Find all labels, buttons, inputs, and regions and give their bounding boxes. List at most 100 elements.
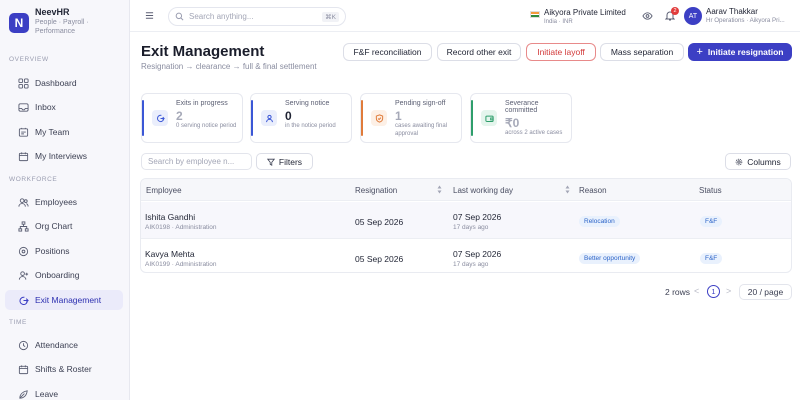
menu-icon[interactable] <box>145 11 154 20</box>
stat-value: 0 <box>285 109 292 123</box>
employee-meta: AIK0199 · Administration <box>145 261 217 268</box>
stat-label: Serving notice <box>285 100 330 107</box>
initiate-layoff-button[interactable]: Initiate layoff <box>526 43 596 61</box>
last-working-day: 07 Sep 2026 <box>453 249 502 259</box>
brand-name: NeevHR <box>35 7 70 17</box>
sidebar-item-label: Leave <box>35 389 59 399</box>
column-header-employee[interactable]: Employee <box>146 186 182 195</box>
resignation-date: 05 Sep 2026 <box>355 217 404 227</box>
column-header-resignation[interactable]: Resignation <box>355 186 397 195</box>
team-icon <box>18 127 29 137</box>
filters-button[interactable]: Filters <box>256 153 313 170</box>
stat-card-exits-in-progress[interactable]: Exits in progress 2 0 serving notice per… <box>141 93 243 143</box>
resignation-date: 05 Sep 2026 <box>355 254 404 264</box>
search-input[interactable] <box>189 12 309 21</box>
initiate-resignation-button[interactable]: + Initiate resignation <box>688 43 792 61</box>
inbox-icon <box>18 102 29 112</box>
stat-sub: 0 serving notice period <box>176 123 237 129</box>
table-row[interactable]: Ishita Gandhi AIK0198 · Administration 0… <box>141 202 791 239</box>
stat-sub: in the notice period <box>285 123 336 129</box>
brand-tagline: People · Payroll · Performance <box>35 19 89 35</box>
stat-accent <box>471 100 473 136</box>
last-working-day-relative: 17 days ago <box>453 224 489 231</box>
sidebar-item-label: Inbox <box>35 102 56 112</box>
sidebar-item-label: Positions <box>35 246 70 256</box>
last-working-day-relative: 17 days ago <box>453 261 489 268</box>
logo: N <box>9 13 29 33</box>
sidebar-item-leave[interactable]: Leave <box>5 384 123 400</box>
sidebar-item-my-interviews[interactable]: My Interviews <box>5 146 123 166</box>
stat-sub: cases awaiting final approval <box>395 123 448 137</box>
stat-icon-wrap <box>371 110 387 126</box>
employee-name[interactable]: Ishita Gandhi <box>145 212 195 222</box>
calendar-icon <box>18 364 29 374</box>
employee-meta: AIK0198 · Administration <box>145 224 217 231</box>
column-header-reason[interactable]: Reason <box>579 186 607 195</box>
sidebar-item-positions[interactable]: Positions <box>5 241 123 261</box>
column-header-last-working-day[interactable]: Last working day <box>453 186 513 195</box>
search-shortcut: ⌘K <box>322 12 339 22</box>
user-name: Aarav Thakkar <box>706 7 758 16</box>
sort-icon[interactable] <box>565 185 570 194</box>
stat-icon-wrap <box>261 110 277 126</box>
user-menu[interactable]: Aarav Thakkar Hr Operations · Aikyora Pr… <box>706 7 785 25</box>
previous-page-button[interactable]: < <box>694 286 699 296</box>
sidebar-item-my-team[interactable]: My Team <box>5 122 123 142</box>
avatar[interactable]: AT <box>684 7 702 25</box>
sidebar-item-label: Onboarding <box>35 270 80 280</box>
page-size-select[interactable]: 20 / page <box>739 284 792 300</box>
sidebar-item-shifts-roster[interactable]: Shifts & Roster <box>5 359 123 379</box>
employee-name[interactable]: Kavya Mehta <box>145 249 195 259</box>
sidebar-item-exit-management[interactable]: Exit Management <box>5 290 123 310</box>
plus-icon: + <box>696 46 703 58</box>
employee-search-input[interactable] <box>141 153 252 170</box>
sidebar-item-inbox[interactable]: Inbox <box>5 97 123 117</box>
sidebar-item-label: Employees <box>35 197 78 207</box>
filters-label: Filters <box>278 156 303 167</box>
sort-icon[interactable] <box>437 185 442 194</box>
search-icon <box>175 12 184 21</box>
fnf-reconciliation-button[interactable]: F&F reconciliation <box>343 43 432 61</box>
stat-accent <box>361 100 363 136</box>
record-other-exit-button[interactable]: Record other exit <box>437 43 521 61</box>
columns-button[interactable]: Columns <box>725 153 791 170</box>
topbar: ⌘K Aikyora Private Limited India · INR 2… <box>130 0 800 32</box>
eye-icon[interactable] <box>642 11 653 21</box>
mass-separation-button[interactable]: Mass separation <box>600 43 684 61</box>
notification-badge: 2 <box>671 7 679 15</box>
sidebar-item-label: Attendance <box>35 340 79 350</box>
next-page-button[interactable]: > <box>726 286 731 296</box>
table-row[interactable]: Kavya Mehta AIK0199 · Administration 05 … <box>141 239 791 272</box>
stat-label: Pending sign-off <box>395 100 446 107</box>
stat-accent <box>251 100 253 136</box>
stat-accent <box>142 100 144 136</box>
columns-label: Columns <box>747 156 781 167</box>
org-switcher[interactable]: Aikyora Private Limited India · INR <box>530 8 626 26</box>
exit-icon <box>156 114 165 122</box>
clock-icon <box>18 340 29 350</box>
leave-icon <box>19 389 28 399</box>
global-search[interactable]: ⌘K <box>168 7 346 26</box>
stat-card-serving-notice[interactable]: Serving notice 0 in the notice period <box>250 93 352 143</box>
sidebar-item-onboarding[interactable]: Onboarding <box>5 265 123 285</box>
stat-label: Exits in progress <box>176 100 228 107</box>
india-flag-icon <box>530 11 540 18</box>
sidebar-item-employees[interactable]: Employees <box>5 192 123 212</box>
sidebar-item-attendance[interactable]: Attendance <box>5 335 123 355</box>
sidebar-item-org-chart[interactable]: Org Chart <box>5 216 123 236</box>
shield-icon <box>375 113 383 123</box>
page-number-button[interactable]: 1 <box>707 285 720 298</box>
stat-card-pending-signoff[interactable]: Pending sign-off 1 cases awaiting final … <box>360 93 462 143</box>
page-subtitle: Resignation → clearance → full & final s… <box>141 62 317 71</box>
stat-card-severance[interactable]: Severance committed ₹0 across 2 active c… <box>470 93 572 143</box>
brand[interactable]: N NeevHR People · Payroll · Performance <box>9 7 95 36</box>
sidebar-item-dashboard[interactable]: Dashboard <box>5 73 123 93</box>
row-count: 2 rows <box>665 287 691 297</box>
stat-value: 2 <box>176 109 183 123</box>
wallet-icon <box>484 115 494 122</box>
org-locale: India · INR <box>544 19 573 25</box>
column-header-status[interactable]: Status <box>699 186 722 195</box>
sidebar-item-label: Exit Management <box>35 295 102 305</box>
reason-badge: Relocation <box>579 216 620 227</box>
sidebar-item-label: Shifts & Roster <box>35 364 92 374</box>
